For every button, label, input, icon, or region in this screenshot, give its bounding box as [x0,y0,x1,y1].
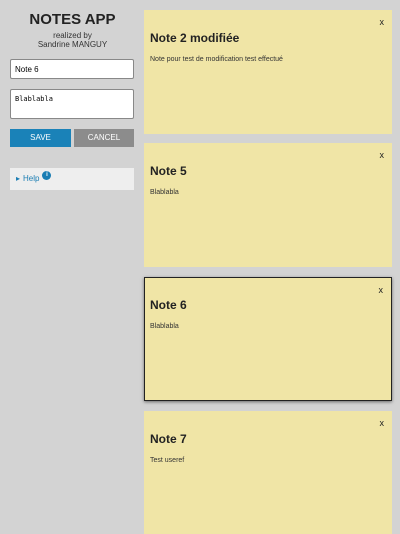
note-body: Note pour test de modification test effe… [150,56,283,63]
note-body: Test useref [150,457,185,464]
note-title: Note 2 modifiée [150,31,240,45]
note-content-input[interactable]: Blablabla [10,89,134,119]
note-title: Note 7 [150,432,187,446]
close-icon[interactable]: x [380,150,385,160]
note-card-selected[interactable]: x Note 6 Blablabla [144,277,392,401]
note-title: Note 5 [150,164,187,178]
note-card[interactable]: x Note 7 Test useref [144,411,392,534]
help-panel: ▸ Help i [10,168,134,190]
app-subtitle: realized by [53,31,92,40]
save-button[interactable]: SAVE [10,129,71,147]
sidebar: NOTES APP realized by Sandrine MANGUY Bl… [0,0,144,534]
note-card[interactable]: x Note 2 modifiée Note pour test de modi… [144,10,392,134]
note-card[interactable]: x Note 5 Blablabla [144,143,392,267]
app-title: NOTES APP [29,11,116,28]
close-icon[interactable]: x [379,285,384,295]
note-body: Blablabla [150,189,179,196]
expand-arrow-icon: ▸ [16,174,21,183]
info-icon: i [42,171,52,180]
note-body: Blablabla [150,323,179,330]
close-icon[interactable]: x [380,418,385,428]
help-label: Help [23,174,40,183]
note-title-input[interactable] [10,59,134,79]
app-author: Sandrine MANGUY [37,40,108,49]
close-icon[interactable]: x [380,17,385,27]
cancel-button[interactable]: CANCEL [74,129,134,147]
note-title: Note 6 [150,298,187,312]
help-toggle[interactable]: ▸ Help i [16,171,52,183]
